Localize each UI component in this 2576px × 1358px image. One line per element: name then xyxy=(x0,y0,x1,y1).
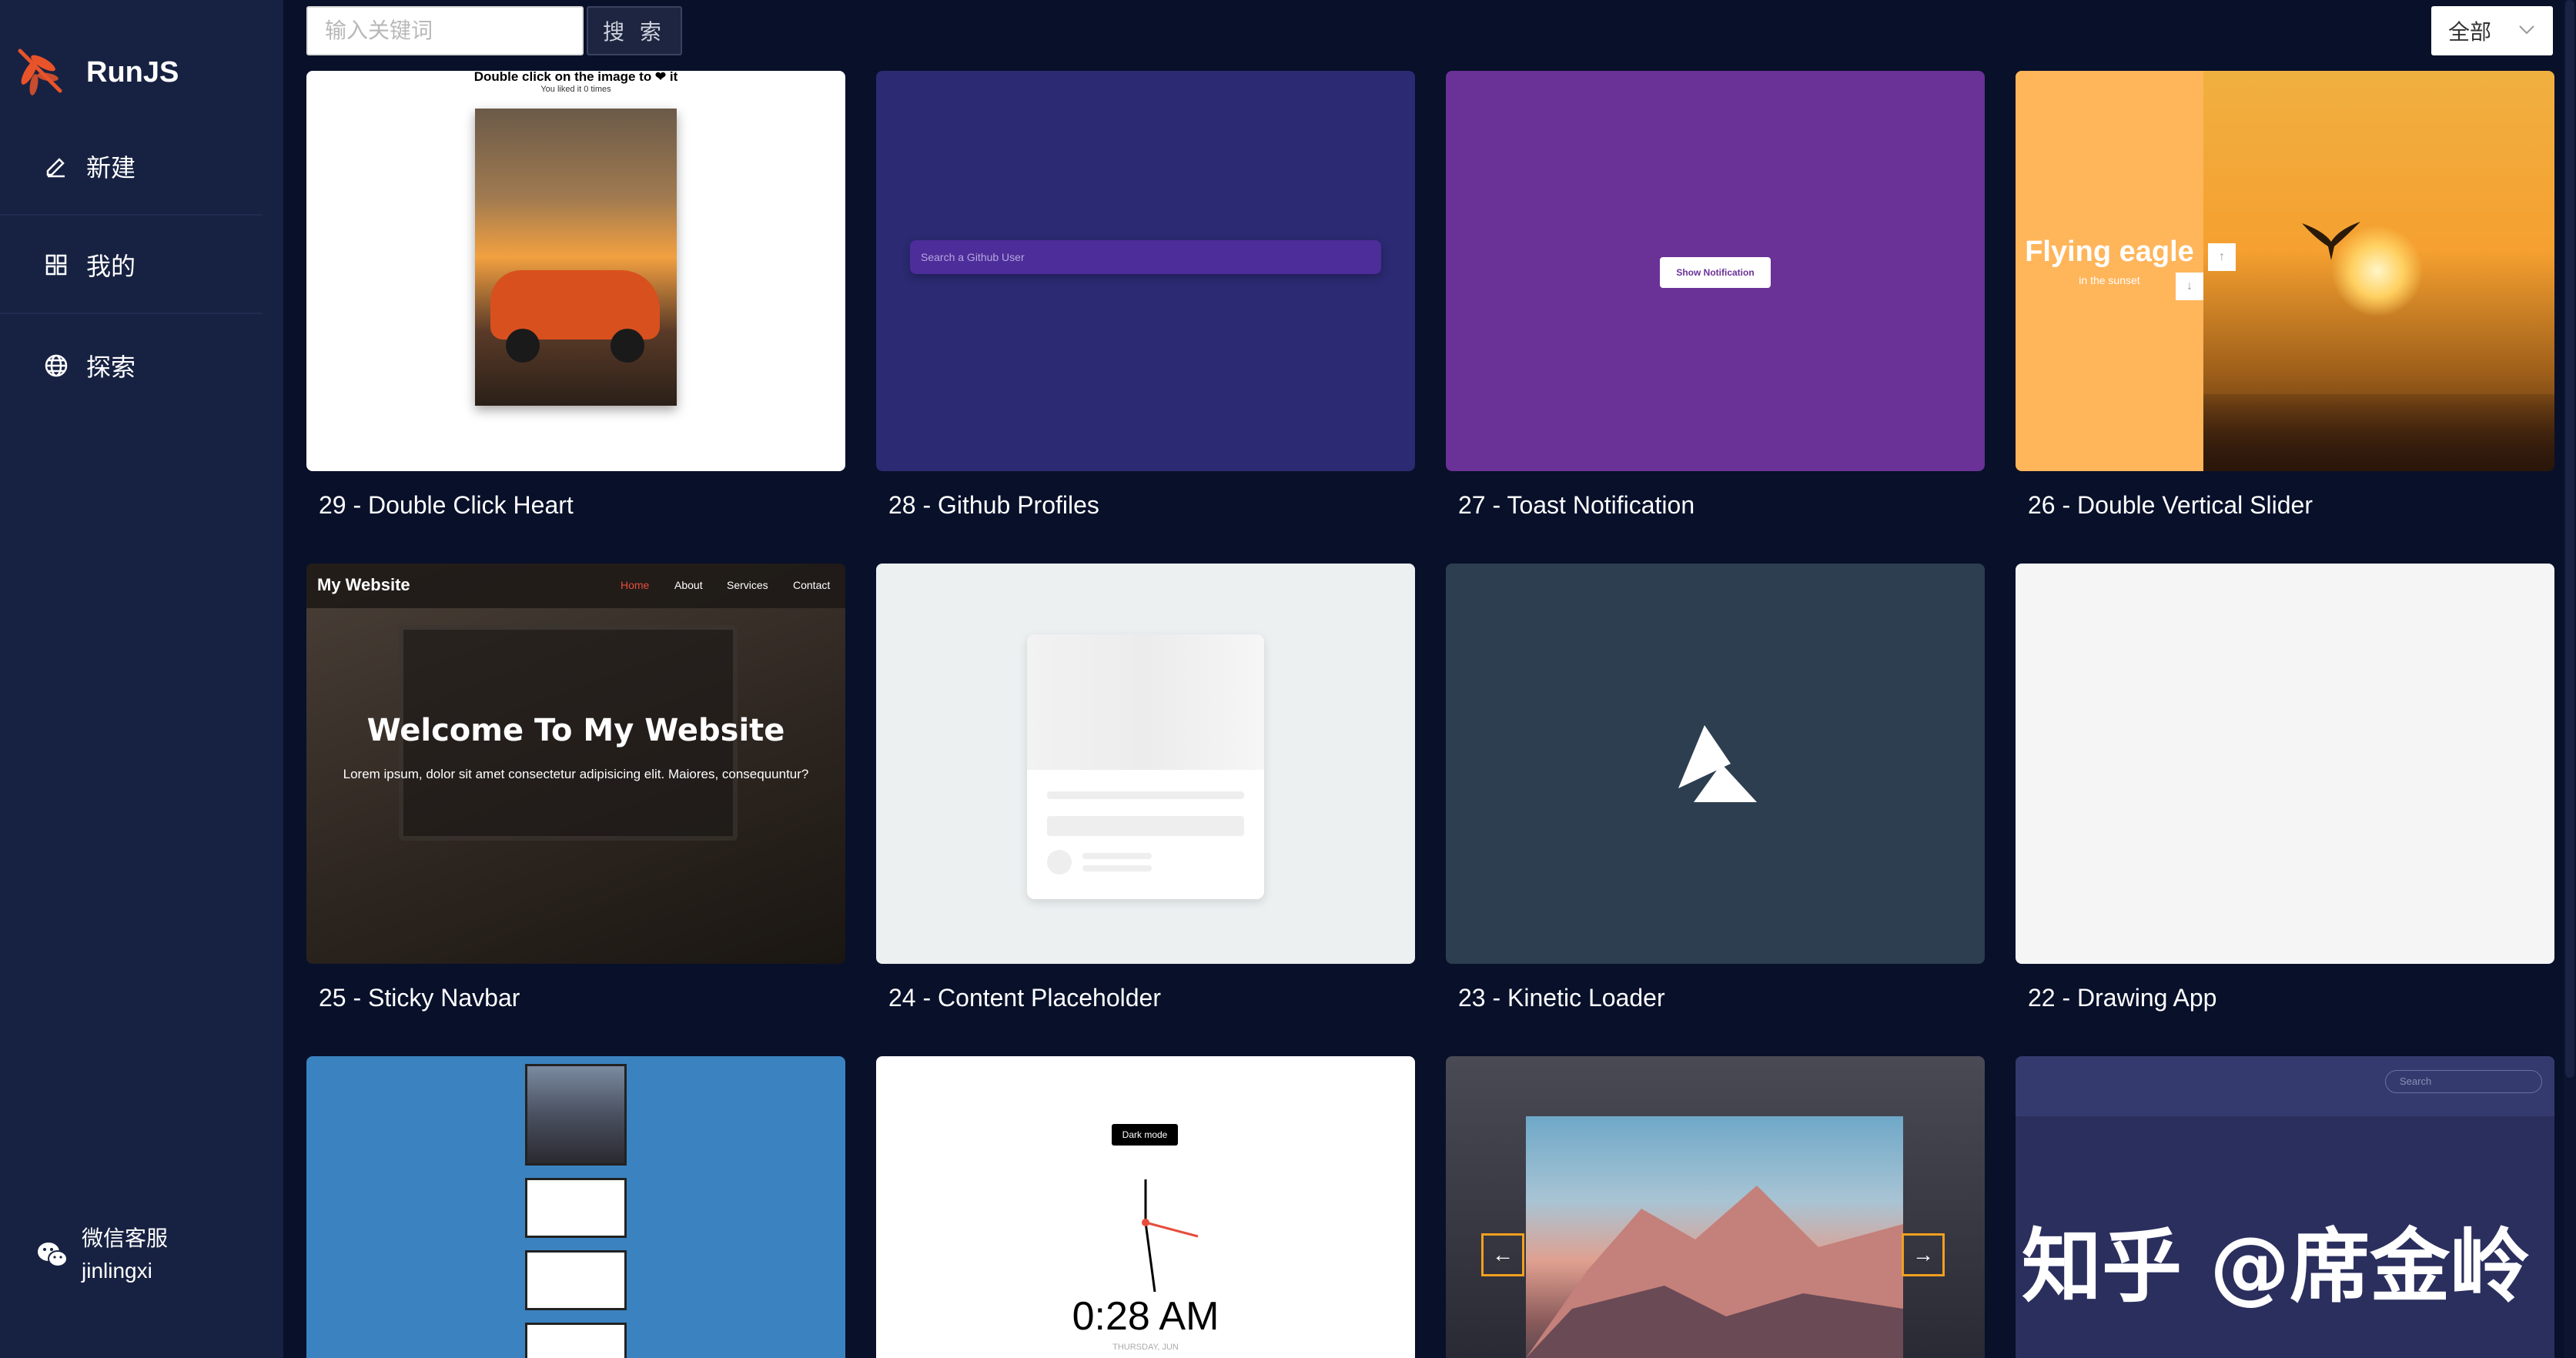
project-thumbnail xyxy=(2016,564,2554,964)
clock-icon xyxy=(1142,1179,1199,1293)
project-card[interactable]: 22 - Drawing App xyxy=(2016,564,2554,1012)
preview-left-panel xyxy=(2016,71,2203,471)
sidebar-item-label: 我的 xyxy=(86,253,136,280)
eagle-icon xyxy=(2302,222,2360,260)
preview-navbar: My Website Home About Services Contact xyxy=(306,564,845,608)
project-thumbnail: Flying eagle in the sunset ↑ ↓ xyxy=(2016,71,2554,471)
arrow-left-icon: ← xyxy=(1481,1233,1524,1276)
preview-nav-contact: Contact xyxy=(793,579,831,591)
project-card[interactable] xyxy=(306,1056,845,1358)
project-thumbnail: Dark mode 0:28 AM THURSDAY, JUN xyxy=(876,1056,1415,1358)
preview-subtext: You liked it 0 times xyxy=(540,85,611,94)
project-title: 27 - Toast Notification xyxy=(1458,491,1695,519)
preview-search-field: Search a Github User xyxy=(910,240,1381,274)
wechat-service[interactable]: 微信客服 jinlingxi xyxy=(35,1223,168,1287)
project-title: 23 - Kinetic Loader xyxy=(1458,984,1665,1012)
wechat-icon xyxy=(38,1243,68,1267)
project-title: 24 - Content Placeholder xyxy=(888,984,1161,1012)
dragonfly-logo-icon xyxy=(18,48,62,95)
project-card[interactable]: Double click on the image to ❤ it You li… xyxy=(306,71,845,520)
project-thumbnail xyxy=(876,564,1415,964)
chevron-down-icon xyxy=(2519,25,2534,35)
preview-nav-about: About xyxy=(674,579,703,591)
grid-icon xyxy=(43,252,69,278)
project-thumbnail: Double click on the image to ❤ it You li… xyxy=(306,71,845,471)
preview-active-image xyxy=(525,1064,627,1166)
preview-heading: Double click on the image to ❤ it xyxy=(473,71,678,84)
preview-toast-button: Show Notification xyxy=(1660,257,1771,288)
app-title: RunJS xyxy=(86,55,179,89)
kinetic-loader-icon xyxy=(1678,725,1757,802)
trees-silhouette xyxy=(2203,394,2554,471)
preview-nav-home: Home xyxy=(621,579,650,591)
globe-icon xyxy=(43,353,69,379)
preview-hero-title: Welcome To My Website xyxy=(366,713,785,748)
preview-slot xyxy=(525,1250,627,1310)
project-card[interactable]: 23 - Kinetic Loader xyxy=(1446,564,1985,1012)
watermark: 知乎 @席金岭 xyxy=(2022,1219,2531,1313)
project-title: 29 - Double Click Heart xyxy=(319,491,574,519)
service-account: jinlingxi xyxy=(82,1259,152,1283)
project-card[interactable]: Show Notification 27 - Toast Notificatio… xyxy=(1446,71,1985,520)
placeholder-card xyxy=(1027,634,1264,899)
mountain-photo xyxy=(1526,1116,1903,1358)
project-card[interactable]: Flying eagle in the sunset ↑ ↓ 26 - Doub… xyxy=(2016,71,2554,520)
project-card[interactable]: My Website Home About Services Contact W… xyxy=(306,564,845,1012)
sidebar-item-label: 新建 xyxy=(86,154,136,182)
category-select[interactable]: 全部 xyxy=(2431,6,2553,55)
project-card[interactable]: Dark mode 0:28 AM THURSDAY, JUN xyxy=(876,1056,1415,1358)
preview-slot xyxy=(525,1178,627,1238)
project-card[interactable]: Search a Github User 28 - Github Profile… xyxy=(876,71,1415,520)
category-select-value: 全部 xyxy=(2448,20,2492,44)
preview-heading: Flying eagle xyxy=(2025,236,2194,268)
project-title: 22 - Drawing App xyxy=(2028,984,2217,1012)
preview-search-field: Search xyxy=(2385,1070,2542,1093)
edit-icon xyxy=(43,153,69,179)
preview-brand: My Website xyxy=(317,575,410,594)
preview-header: Search xyxy=(2016,1056,2554,1116)
project-thumbnail: Show Notification xyxy=(1446,71,1985,471)
project-card[interactable]: ← → xyxy=(1446,1056,1985,1358)
preview-nav-services: Services xyxy=(727,579,768,591)
arrow-right-icon: → xyxy=(1902,1233,1945,1276)
service-title: 微信客服 xyxy=(82,1226,169,1250)
project-thumbnail: ← → xyxy=(1446,1056,1985,1358)
search-input[interactable] xyxy=(306,6,584,55)
dark-mode-toggle: Dark mode xyxy=(1112,1124,1178,1146)
sidebar-item-label: 探索 xyxy=(86,353,136,381)
scrollbar-thumb[interactable] xyxy=(2565,0,2574,1078)
sidebar: RunJS 新建 我的 探索 微信客服 jinlingxi xyxy=(0,0,283,1358)
sidebar-item-mine[interactable]: 我的 xyxy=(0,217,262,314)
arrow-up-icon: ↑ xyxy=(2208,243,2236,271)
sidebar-item-new[interactable]: 新建 xyxy=(0,119,262,216)
project-thumbnail: My Website Home About Services Contact W… xyxy=(306,564,845,964)
preview-time: 0:28 AM xyxy=(1072,1294,1219,1339)
project-card[interactable]: 24 - Content Placeholder xyxy=(876,564,1415,1012)
preview-hero-text: Lorem ipsum, dolor sit amet consectetur … xyxy=(343,767,809,781)
project-title: 25 - Sticky Navbar xyxy=(319,984,520,1012)
car-photo xyxy=(475,109,677,406)
search-button[interactable]: 搜 索 xyxy=(587,6,682,55)
logo[interactable]: RunJS xyxy=(12,43,179,102)
project-thumbnail xyxy=(1446,564,1985,964)
project-thumbnail xyxy=(306,1056,845,1358)
project-title: 28 - Github Profiles xyxy=(888,491,1099,519)
preview-slot xyxy=(525,1323,627,1358)
arrow-down-icon: ↓ xyxy=(2176,273,2203,300)
preview-date: THURSDAY, JUN xyxy=(1112,1343,1179,1352)
project-title: 26 - Double Vertical Slider xyxy=(2028,491,2313,519)
sidebar-item-explore[interactable]: 探索 xyxy=(0,317,262,414)
project-thumbnail: Search a Github User xyxy=(876,71,1415,471)
